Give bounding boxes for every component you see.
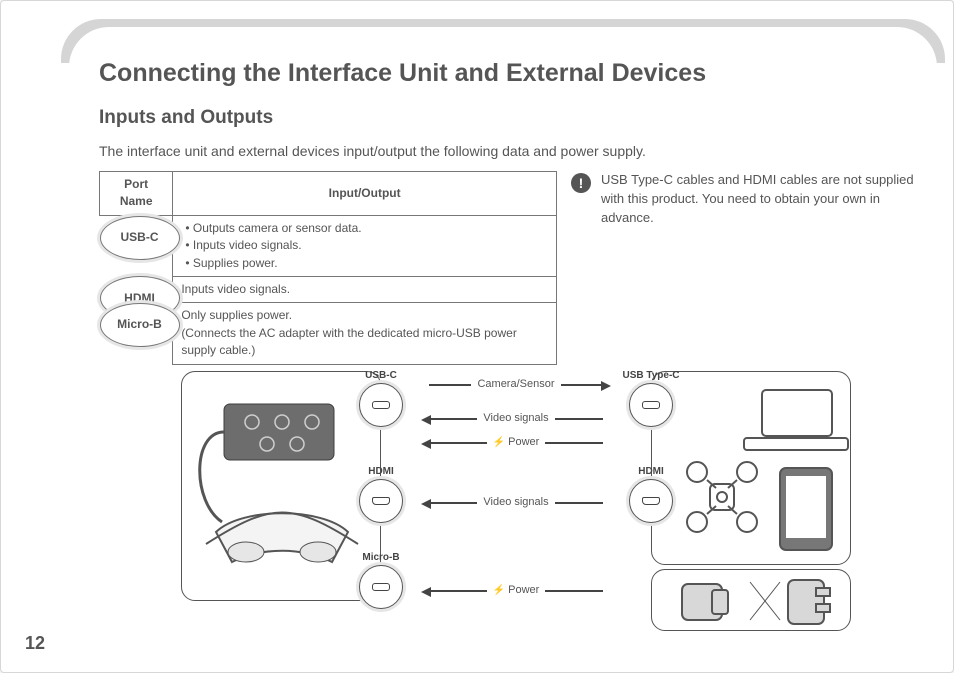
col-io: Input/Output bbox=[173, 172, 557, 216]
manual-page: Connecting the Interface Unit and Extern… bbox=[0, 0, 954, 673]
arrow-video1-label: Video signals bbox=[477, 412, 554, 424]
interface-unit-illustration bbox=[182, 372, 382, 602]
bolt-icon: ⚡ bbox=[493, 437, 505, 448]
arrow-camera-label: Camera/Sensor bbox=[471, 378, 560, 390]
arrow-power1: ⚡ Power bbox=[429, 431, 603, 453]
usbc-bullet-2: Supplies power. bbox=[185, 255, 548, 272]
alert-icon: ! bbox=[571, 173, 591, 193]
io-table: Port Name Input/Output USB-C Outputs cam… bbox=[99, 171, 557, 365]
usbc-bullet-1: Inputs video signals. bbox=[185, 237, 548, 254]
col-port: Port Name bbox=[100, 172, 173, 216]
page-number: 12 bbox=[25, 633, 45, 654]
external-devices-illustration bbox=[652, 372, 852, 566]
usbc-bullet-0: Outputs camera or sensor data. bbox=[185, 220, 548, 237]
arrow-power2-text: Power bbox=[508, 584, 539, 596]
arrow-video1: Video signals bbox=[429, 407, 603, 429]
cell-io-hdmi: Inputs video signals. bbox=[173, 276, 557, 302]
cell-port-microb: Micro-B bbox=[100, 303, 180, 347]
page-title: Connecting the Interface Unit and Extern… bbox=[99, 59, 706, 88]
note-text: USB Type-C cables and HDMI cables are no… bbox=[601, 171, 921, 228]
cell-port-usbc: USB-C bbox=[100, 216, 180, 260]
arrow-video2: Video signals bbox=[429, 491, 603, 513]
bolt-icon-2: ⚡ bbox=[493, 585, 505, 596]
cell-io-usbc: Outputs camera or sensor data. Inputs vi… bbox=[173, 215, 557, 276]
intro-text: The interface unit and external devices … bbox=[99, 143, 646, 159]
arrow-power1-label: ⚡ Power bbox=[487, 436, 546, 448]
arrow-video2-label: Video signals bbox=[477, 496, 554, 508]
cell-io-microb: Only supplies power. (Connects the AC ad… bbox=[173, 303, 557, 364]
ac-adapter-illustration bbox=[652, 570, 852, 632]
arrows-area: Camera/Sensor Video signals ⚡ Power Vide… bbox=[381, 371, 651, 631]
interface-unit-box bbox=[181, 371, 381, 601]
section-heading: Inputs and Outputs bbox=[99, 107, 273, 129]
arrow-camera: Camera/Sensor bbox=[429, 373, 603, 395]
arrow-power1-text: Power bbox=[508, 436, 539, 448]
arrow-power2: ⚡ Power bbox=[429, 579, 603, 601]
arrow-power2-label: ⚡ Power bbox=[487, 584, 546, 596]
connection-diagram: USB-C HDMI Micro-B USB Type-C HDMI Camer… bbox=[181, 371, 901, 641]
ac-adapter-box bbox=[651, 569, 851, 631]
